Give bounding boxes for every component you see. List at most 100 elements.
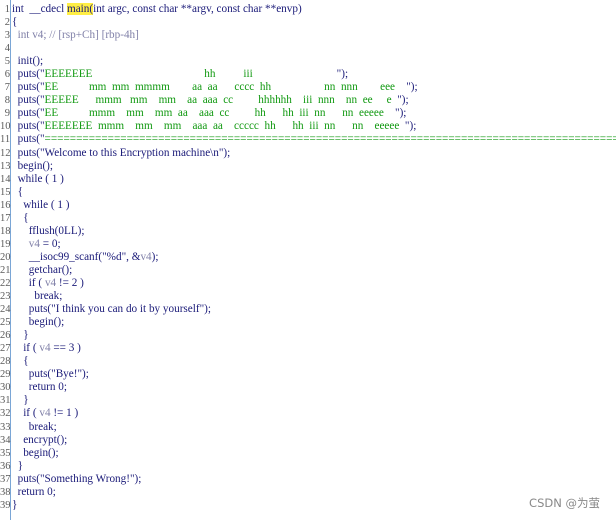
code-token: break; <box>12 420 57 433</box>
code-line[interactable]: 19 v4 = 0; <box>0 238 616 251</box>
code-line[interactable]: 5 init(); <box>0 55 616 68</box>
code-token: puts("I think you can do it by yourself"… <box>12 303 211 316</box>
line-number: 11 <box>0 134 11 146</box>
code-line[interactable]: 26 } <box>0 329 616 342</box>
code-line[interactable]: 6 puts("EEEEEEE hh iii "); <box>0 68 616 81</box>
line-number: 38 <box>0 486 11 498</box>
code-line[interactable]: 11 puts("===============================… <box>0 133 616 146</box>
code-text: fflush(0LL); <box>12 225 85 238</box>
code-line[interactable]: 33 break; <box>0 421 616 434</box>
code-text: begin(); <box>12 316 64 329</box>
code-token: begin(); <box>12 446 59 459</box>
code-view[interactable]: 1 int __cdecl main(int argc, const char *… <box>0 3 616 512</box>
highlighted-identifier[interactable]: main( <box>67 3 94 15</box>
code-token: = 0; <box>39 237 61 250</box>
line-number: 25 <box>0 317 11 329</box>
line-number: 3 <box>4 30 10 42</box>
code-text: break; <box>12 290 62 303</box>
code-line[interactable]: 23 break; <box>0 290 616 303</box>
code-token: init(); <box>12 55 44 68</box>
code-token: == 3 ) <box>50 342 81 355</box>
code-line[interactable]: 39} <box>0 499 616 512</box>
code-token: "); <box>395 107 407 120</box>
code-token: EEEEE mmm mm mm aa aaa cc hhhhhh iii nnn… <box>44 94 398 107</box>
code-line[interactable]: 14 while ( 1 ) <box>0 173 616 186</box>
code-line[interactable]: 34 encrypt(); <box>0 434 616 447</box>
code-text: puts("I think you can do it by yourself"… <box>12 303 211 316</box>
code-line[interactable]: 28 { <box>0 355 616 368</box>
code-line[interactable]: 12 puts("Welcome to this Encryption mach… <box>0 147 616 160</box>
code-line[interactable]: 18 fflush(0LL); <box>0 225 616 238</box>
code-text: puts("EEEEEEE hh iii "); <box>12 68 348 81</box>
code-token: break; <box>12 290 63 303</box>
code-line[interactable]: 36 } <box>0 460 616 473</box>
code-text: { <box>12 186 23 199</box>
code-line[interactable]: 38 return 0; <box>0 486 616 499</box>
code-text: } <box>12 394 28 407</box>
code-line[interactable]: 1 int __cdecl main(int argc, const char *… <box>0 3 616 16</box>
code-line[interactable]: 13 begin(); <box>0 160 616 173</box>
code-line[interactable]: 32 if ( v4 != 1 ) <box>0 407 616 420</box>
code-token: while ( 1 ) <box>12 198 70 211</box>
code-text: __isoc99_scanf("%d", &v4); <box>12 250 159 264</box>
code-line[interactable]: 24 puts("I think you can do it by yourse… <box>0 303 616 316</box>
code-token: begin(); <box>12 316 65 329</box>
line-number: 2 <box>4 17 10 29</box>
code-line[interactable]: 27 if ( v4 == 3 ) <box>0 342 616 355</box>
code-token: "); <box>336 68 349 81</box>
code-text: } <box>12 329 28 342</box>
code-line[interactable]: 3 int v4; // [rsp+Ch] [rbp-4h] <box>0 29 616 42</box>
code-line[interactable]: 2{ <box>0 16 616 29</box>
code-token: } <box>12 498 18 511</box>
code-token: return 0; <box>12 485 56 498</box>
line-number: 21 <box>0 264 11 276</box>
code-line[interactable]: 7 puts("EE mm mm mmmm aa aa cccc hh nn n… <box>0 81 616 94</box>
line-number: 19 <box>0 238 11 250</box>
code-token: { <box>12 16 18 29</box>
line-number: 29 <box>0 369 11 381</box>
code-line[interactable]: 20 __isoc99_scanf("%d", &v4); <box>0 251 616 264</box>
code-token: EEEEEEE mmm mm mm aaa aa ccccc hh hh iii… <box>44 120 405 133</box>
code-text: begin(); <box>12 446 59 460</box>
code-token: "); <box>397 94 409 107</box>
code-text: { <box>12 211 29 225</box>
code-line[interactable]: 16 while ( 1 ) <box>0 199 616 212</box>
code-line[interactable]: 35 begin(); <box>0 447 616 460</box>
code-text: init(); <box>12 55 43 68</box>
code-text: break; <box>12 421 57 434</box>
code-token: puts("Bye!"); <box>12 368 89 381</box>
code-line[interactable]: 22 if ( v4 != 2 ) <box>0 277 616 290</box>
code-token: != 2 ) <box>56 276 84 289</box>
line-number: 8 <box>4 95 10 107</box>
code-text: puts("Bye!"); <box>12 368 89 381</box>
code-token: { <box>12 185 23 198</box>
line-number: 24 <box>0 304 11 316</box>
code-line[interactable]: 37 puts("Something Wrong!"); <box>0 473 616 486</box>
code-token: puts(" <box>12 81 45 94</box>
code-line[interactable]: 17 { <box>0 212 616 225</box>
code-line[interactable]: 15 { <box>0 186 616 199</box>
line-number: 37 <box>0 473 11 485</box>
line-number: 31 <box>0 395 11 407</box>
code-line[interactable]: 8 puts("EEEEE mmm mm mm aa aaa cc hhhhhh… <box>0 94 616 107</box>
line-number: 10 <box>0 121 11 133</box>
code-line[interactable]: 10 puts("EEEEEEE mmm mm mm aaa aa ccccc … <box>0 120 616 133</box>
code-line[interactable]: 4 <box>0 42 616 55</box>
code-token: if ( <box>12 342 40 355</box>
pseudocode-editor[interactable]: 1 int __cdecl main(int argc, const char *… <box>0 0 616 520</box>
code-token: __isoc99_scanf("%d", & <box>12 250 141 263</box>
code-line[interactable]: 31 } <box>0 394 616 407</box>
code-line[interactable]: 21 getchar(); <box>0 264 616 277</box>
line-number: 36 <box>0 460 11 472</box>
code-token: { <box>12 211 29 224</box>
code-line[interactable]: 30 return 0; <box>0 381 616 394</box>
code-line[interactable]: 9 puts("EE mmm mm mm aa aaa cc hh hh iii… <box>0 107 616 120</box>
line-number: 39 <box>0 499 11 511</box>
code-token: v4 <box>39 407 51 420</box>
code-line[interactable]: 29 puts("Bye!"); <box>0 368 616 381</box>
code-text: int __cdecl main(int argc, const char **… <box>12 3 302 16</box>
code-line[interactable]: 25 begin(); <box>0 316 616 329</box>
line-number: 15 <box>0 186 11 198</box>
code-token: } <box>12 459 23 472</box>
code-text: puts("Welcome to this Encryption machine… <box>12 147 231 160</box>
